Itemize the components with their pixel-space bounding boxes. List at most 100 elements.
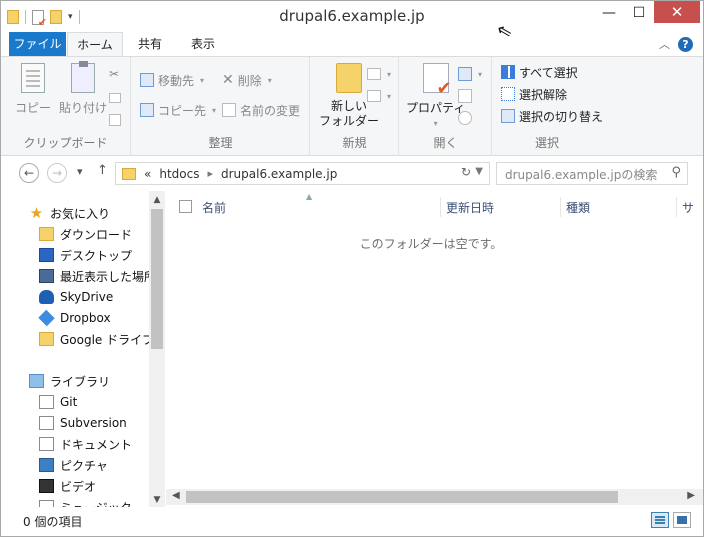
scroll-down-icon[interactable]: ▼ bbox=[149, 495, 165, 505]
tab-home[interactable]: ホーム bbox=[67, 32, 123, 56]
maximize-button[interactable]: ☐ bbox=[625, 1, 653, 25]
select-none-icon bbox=[501, 87, 515, 101]
easy-access-button[interactable]: ▾ bbox=[367, 87, 391, 105]
properties-button[interactable]: プロパティ ▾ bbox=[406, 63, 465, 131]
minimize-button[interactable]: — bbox=[595, 1, 623, 25]
chevron-up-icon[interactable]: ︿ bbox=[659, 36, 670, 52]
address-row: ← → ▾ ↑ « htdocs ▸ drupal6.example.jp ▼ … bbox=[1, 157, 703, 190]
nav-scrollbar[interactable]: ▲ ▼ bbox=[149, 191, 165, 507]
open-button[interactable]: ▾ bbox=[458, 65, 482, 83]
videos-icon bbox=[39, 479, 54, 493]
tab-file[interactable]: ファイル bbox=[9, 32, 66, 56]
copy-button[interactable]: コピー bbox=[15, 63, 51, 116]
invert-selection-button[interactable]: 選択の切り替え bbox=[501, 107, 603, 125]
git-library-icon bbox=[39, 395, 54, 409]
select-all-button[interactable]: すべて選択 bbox=[501, 63, 578, 81]
clipboard-group-label: クリップボード bbox=[23, 136, 108, 150]
nav-item-music[interactable]: ミュージック bbox=[39, 497, 132, 507]
scroll-thumb[interactable] bbox=[186, 491, 618, 503]
navigation-pane: ★ お気に入り ダウンロード デスクトップ 最近表示した場所 SkyDrive bbox=[1, 191, 165, 507]
nav-item-dropbox[interactable]: Dropbox bbox=[38, 308, 111, 328]
refresh-icon[interactable]: ↻ bbox=[461, 165, 471, 179]
recent-locations-icon[interactable]: ▾ bbox=[77, 165, 83, 178]
details-view-icon[interactable] bbox=[651, 512, 669, 528]
large-icons-view-icon[interactable] bbox=[673, 512, 691, 528]
column-divider[interactable] bbox=[676, 197, 677, 217]
column-divider[interactable] bbox=[560, 197, 561, 217]
nav-item-git[interactable]: Git bbox=[39, 392, 77, 412]
nav-item-label: 最近表示した場所 bbox=[60, 269, 149, 284]
close-button[interactable]: ✕ bbox=[654, 1, 700, 23]
google-drive-icon bbox=[39, 332, 54, 346]
edit-icon[interactable] bbox=[458, 87, 472, 105]
copy-to-button[interactable]: コピー先 ▾ bbox=[140, 101, 216, 119]
move-to-button[interactable]: 移動先 ▾ bbox=[140, 71, 204, 89]
nav-libraries[interactable]: ライブラリ bbox=[29, 371, 110, 391]
nav-favorites[interactable]: ★ お気に入り bbox=[29, 203, 110, 223]
breadcrumb-overflow[interactable]: « bbox=[144, 167, 151, 181]
horizontal-scrollbar[interactable]: ◀ ▶ bbox=[166, 489, 703, 505]
nav-item-skydrive[interactable]: SkyDrive bbox=[39, 287, 113, 307]
rename-label: 名前の変更 bbox=[240, 103, 301, 118]
properties-label: プロパティ bbox=[406, 101, 466, 115]
dropbox-icon bbox=[38, 309, 55, 327]
back-button[interactable]: ← bbox=[19, 163, 39, 183]
search-icon[interactable]: ⚲ bbox=[671, 165, 681, 180]
nav-item-label: ピクチャ bbox=[60, 458, 108, 473]
subversion-library-icon bbox=[39, 416, 54, 430]
rename-icon bbox=[222, 103, 236, 117]
nav-item-subversion[interactable]: Subversion bbox=[39, 413, 127, 433]
delete-button[interactable]: ✕ 削除 ▾ bbox=[222, 71, 272, 89]
search-placeholder: drupal6.example.jpの検索 bbox=[505, 168, 658, 182]
scroll-up-icon[interactable]: ▲ bbox=[149, 195, 165, 205]
history-icon[interactable] bbox=[458, 109, 472, 127]
tab-share[interactable]: 共有 bbox=[127, 32, 173, 56]
nav-item-label: ミュージック bbox=[60, 499, 132, 508]
chevron-right-icon[interactable]: ▸ bbox=[207, 167, 213, 180]
chevron-down-icon[interactable]: ▼ bbox=[475, 166, 483, 177]
scroll-left-icon[interactable]: ◀ bbox=[172, 490, 180, 501]
copy-to-icon bbox=[140, 103, 154, 117]
nav-item-videos[interactable]: ビデオ bbox=[39, 476, 96, 496]
nav-item-documents[interactable]: ドキュメント bbox=[39, 434, 132, 454]
copy-label: コピー bbox=[15, 101, 52, 115]
breadcrumb-htdocs[interactable]: htdocs bbox=[159, 167, 199, 181]
tab-view[interactable]: 表示 bbox=[177, 32, 229, 56]
select-all-icon bbox=[501, 65, 515, 79]
nav-item-desktop[interactable]: デスクトップ bbox=[39, 245, 132, 265]
documents-icon bbox=[39, 437, 54, 451]
column-size[interactable]: サ bbox=[682, 199, 694, 216]
scroll-thumb[interactable] bbox=[151, 209, 163, 349]
invert-selection-label: 選択の切り替え bbox=[519, 109, 604, 124]
item-count: 0 個の項目 bbox=[23, 515, 83, 529]
paste-shortcut-icon[interactable] bbox=[109, 111, 121, 129]
cut-icon[interactable]: ✂ bbox=[109, 65, 119, 83]
select-all-checkbox[interactable] bbox=[179, 200, 192, 213]
up-button[interactable]: ↑ bbox=[97, 163, 108, 178]
nav-item-recent[interactable]: 最近表示した場所 bbox=[39, 266, 149, 286]
column-modified[interactable]: 更新日時 bbox=[446, 199, 494, 216]
forward-button[interactable]: → bbox=[47, 163, 67, 183]
address-bar[interactable]: « htdocs ▸ drupal6.example.jp ▼ bbox=[115, 162, 490, 185]
scroll-right-icon[interactable]: ▶ bbox=[687, 490, 695, 501]
help-icon[interactable]: ? bbox=[678, 36, 693, 52]
paste-button[interactable]: 貼り付け bbox=[59, 61, 107, 116]
select-none-button[interactable]: 選択解除 bbox=[501, 85, 567, 103]
column-name[interactable]: 名前 bbox=[202, 199, 226, 216]
copy-path-icon[interactable] bbox=[109, 89, 121, 107]
new-item-button[interactable]: ▾ bbox=[367, 65, 391, 83]
column-type[interactable]: 種類 bbox=[566, 199, 590, 216]
nav-item-downloads[interactable]: ダウンロード bbox=[39, 224, 132, 244]
breadcrumb-current[interactable]: drupal6.example.jp bbox=[221, 167, 337, 181]
column-divider[interactable] bbox=[440, 197, 441, 217]
recent-places-icon bbox=[39, 269, 54, 283]
new-folder-label-2: フォルダー bbox=[319, 114, 380, 128]
nav-item-label: Google ドライブ bbox=[60, 332, 149, 347]
organize-group: 移動先 ▾ コピー先 ▾ ✕ 削除 ▾ 名前の変更 整理 bbox=[132, 57, 310, 156]
nav-item-pictures[interactable]: ピクチャ bbox=[39, 455, 108, 475]
ribbon-controls: ︿ ? bbox=[659, 36, 693, 52]
rename-button[interactable]: 名前の変更 bbox=[222, 101, 300, 119]
search-input[interactable]: drupal6.example.jpの検索 ⚲ bbox=[496, 162, 688, 185]
select-none-label: 選択解除 bbox=[519, 87, 568, 102]
nav-item-google-drive[interactable]: Google ドライブ bbox=[39, 329, 149, 349]
